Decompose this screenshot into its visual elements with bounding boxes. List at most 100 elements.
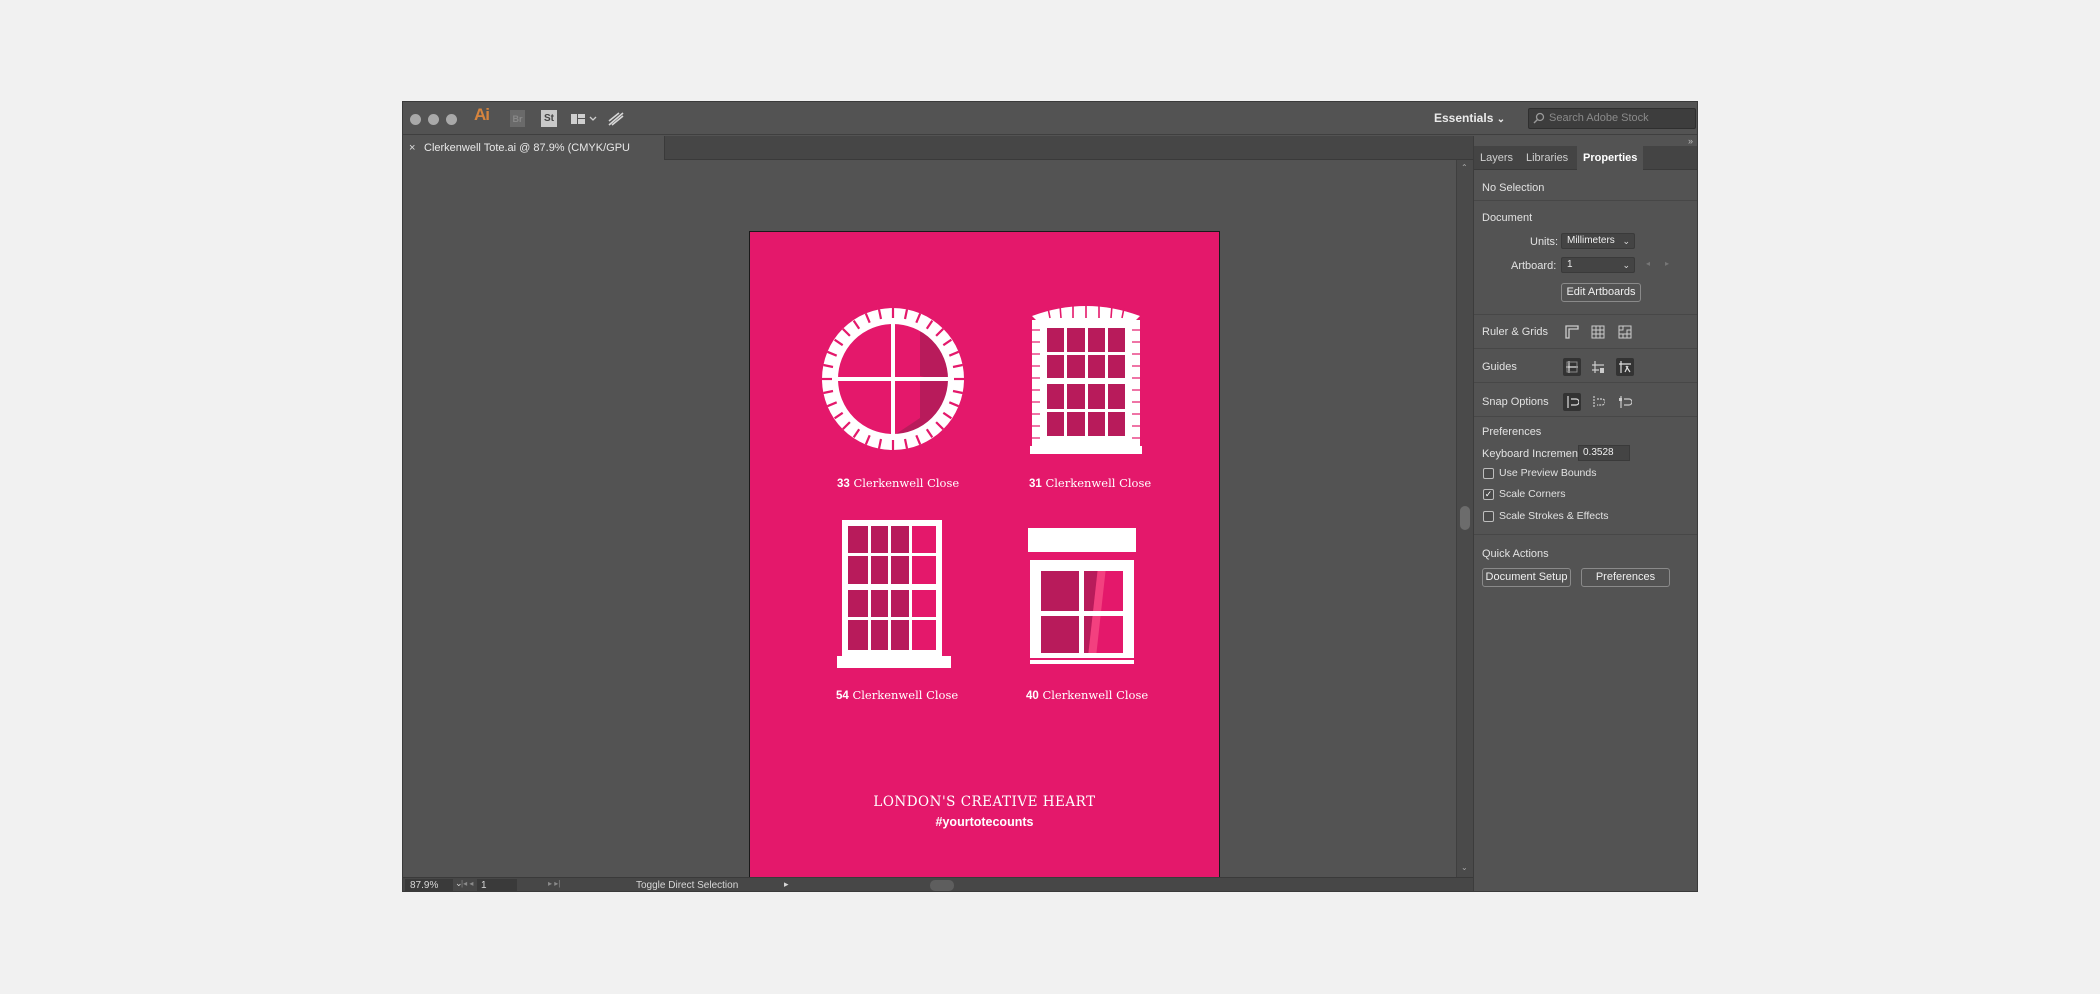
units-value: Millimeters xyxy=(1567,235,1615,246)
artboard-value: 1 xyxy=(1567,259,1573,270)
street-name: Clerkenwell Close xyxy=(852,688,959,702)
use-preview-bounds-checkbox[interactable] xyxy=(1483,468,1494,479)
house-number: 40 xyxy=(1026,690,1039,702)
divider xyxy=(1474,200,1697,201)
lock-guides-icon[interactable] xyxy=(1589,358,1607,376)
divider xyxy=(1474,314,1697,315)
close-tab-icon[interactable]: × xyxy=(409,136,415,160)
tall-sash-window-illustration xyxy=(837,520,951,668)
house-number: 31 xyxy=(1029,478,1042,490)
document-setup-button[interactable]: Document Setup xyxy=(1482,568,1571,587)
next-artboard-icon[interactable]: ▸ xyxy=(1665,259,1669,268)
street-name: Clerkenwell Close xyxy=(1045,476,1152,490)
bridge-button[interactable]: Br xyxy=(510,110,525,127)
divider xyxy=(1474,534,1697,535)
zoom-level-field[interactable]: 87.9% xyxy=(405,879,453,891)
collapse-panel-icon[interactable]: » xyxy=(1688,136,1693,146)
rulers-icon[interactable] xyxy=(1563,323,1581,341)
house-number: 54 xyxy=(836,690,849,702)
vertical-scroll-thumb[interactable] xyxy=(1460,506,1470,530)
vertical-scrollbar[interactable]: ⌃ ⌄ xyxy=(1456,160,1473,877)
caption-31: 31 Clerkenwell Close xyxy=(1029,476,1151,490)
lintel-window-illustration xyxy=(1028,528,1136,664)
chevron-down-icon: ⌄ xyxy=(1622,236,1630,246)
transparency-grid-icon[interactable] xyxy=(1616,323,1634,341)
adobe-stock-search[interactable]: Search Adobe Stock xyxy=(1528,108,1696,129)
next-artboard-icon[interactable]: ▸ ▸| xyxy=(548,879,560,888)
grid-icon[interactable] xyxy=(1589,323,1607,341)
guides-label: Guides xyxy=(1482,361,1517,373)
street-name: Clerkenwell Close xyxy=(853,476,960,490)
first-artboard-icon[interactable]: |◂ ◂ xyxy=(461,879,473,888)
round-window-illustration xyxy=(822,308,964,450)
document-tab[interactable]: × Clerkenwell Tote.ai @ 87.9% (CMYK/GPU … xyxy=(403,136,665,178)
tagline: LONDON'S CREATIVE HEART xyxy=(873,794,1096,810)
previous-artboard-icon[interactable]: ◂ xyxy=(1646,259,1650,268)
document-tab-bar: × Clerkenwell Tote.ai @ 87.9% (CMYK/GPU … xyxy=(403,136,1473,178)
illustrator-logo: Ai xyxy=(474,104,490,124)
preferences-button[interactable]: Preferences xyxy=(1581,568,1670,587)
snap-options-label: Snap Options xyxy=(1482,396,1549,408)
house-number: 33 xyxy=(837,478,850,490)
artboard-label: Artboard: xyxy=(1511,260,1557,272)
divider xyxy=(1474,348,1697,349)
workspace-switcher[interactable]: Essentials ⌄ xyxy=(1434,111,1505,125)
arched-window-illustration xyxy=(1030,302,1142,454)
status-menu-arrow-icon[interactable]: ▸ xyxy=(784,879,789,890)
smart-guides-icon[interactable] xyxy=(1616,358,1634,376)
caption-54: 54 Clerkenwell Close xyxy=(836,688,958,702)
chevron-down-icon: ⌄ xyxy=(1496,114,1506,125)
units-label: Units: xyxy=(1530,236,1559,248)
chevron-down-icon: ⌄ xyxy=(1622,260,1630,270)
scale-strokes-effects-checkbox[interactable] xyxy=(1483,511,1494,522)
document-heading: Document xyxy=(1482,212,1533,224)
units-dropdown[interactable]: Millimeters ⌄ xyxy=(1561,233,1635,249)
divider xyxy=(1474,382,1697,383)
edit-artboards-button[interactable]: Edit Artboards xyxy=(1561,283,1641,302)
snap-to-grid-icon[interactable] xyxy=(1616,393,1634,411)
tab-layers[interactable]: Layers xyxy=(1474,146,1519,170)
minimize-window-button[interactable] xyxy=(428,114,439,125)
scroll-up-icon[interactable]: ⌃ xyxy=(1461,163,1468,172)
zoom-value: 87.9% xyxy=(410,880,439,891)
caption-33: 33 Clerkenwell Close xyxy=(837,476,959,490)
search-placeholder: Search Adobe Stock xyxy=(1549,112,1649,124)
close-window-button[interactable] xyxy=(410,114,421,125)
tab-properties[interactable]: Properties xyxy=(1577,146,1644,170)
snap-to-pixel-icon[interactable] xyxy=(1589,393,1607,411)
arrange-documents-icon[interactable] xyxy=(570,110,598,127)
keyboard-increment-input[interactable]: 0.3528 mm xyxy=(1578,445,1630,461)
ruler-grids-label: Ruler & Grids xyxy=(1482,326,1549,338)
maximize-window-button[interactable] xyxy=(446,114,457,125)
artboard[interactable]: 33 Clerkenwell Close 31 Clerkenwell Clos… xyxy=(749,231,1220,891)
workspace-label: Essentials xyxy=(1434,111,1494,125)
snap-to-point-icon[interactable] xyxy=(1563,393,1581,411)
caption-40: 40 Clerkenwell Close xyxy=(1026,688,1148,702)
gpu-performance-icon[interactable] xyxy=(606,110,626,127)
artboard-number: 1 xyxy=(481,880,487,891)
preferences-heading: Preferences xyxy=(1482,426,1542,438)
show-guides-icon[interactable] xyxy=(1563,358,1581,376)
selection-status: No Selection xyxy=(1482,182,1545,194)
status-bar: 87.9% ⌄ |◂ ◂ 1 ▸ ▸| Toggle Direct Select… xyxy=(403,877,1473,891)
keyboard-increment-label: Keyboard Increment: xyxy=(1482,448,1585,460)
scale-corners-label: Scale Corners xyxy=(1499,488,1566,500)
illustrator-window: Ai Br St Essentials ⌄ Search Adobe Stock… xyxy=(402,101,1698,892)
scroll-down-icon[interactable]: ⌄ xyxy=(1461,863,1468,872)
artboard-navigation-field[interactable]: 1 xyxy=(477,879,517,891)
search-icon xyxy=(1533,112,1545,131)
street-name: Clerkenwell Close xyxy=(1042,688,1149,702)
tab-libraries[interactable]: Libraries xyxy=(1520,146,1574,170)
quick-actions-heading: Quick Actions xyxy=(1482,548,1549,560)
stock-button[interactable]: St xyxy=(541,110,557,127)
canvas-area[interactable]: 33 Clerkenwell Close 31 Clerkenwell Clos… xyxy=(403,160,1456,891)
scale-corners-checkbox[interactable]: ✓ xyxy=(1483,489,1494,500)
panel-tabs: Layers Libraries Properties xyxy=(1474,146,1697,170)
divider xyxy=(1474,416,1697,417)
keyboard-increment-value: 0.3528 mm xyxy=(1583,447,1614,458)
horizontal-scroll-thumb[interactable] xyxy=(930,880,954,891)
app-bar: Ai Br St Essentials ⌄ Search Adobe Stock xyxy=(403,102,1697,135)
artboard-dropdown[interactable]: 1 ⌄ xyxy=(1561,257,1635,273)
use-preview-bounds-label: Use Preview Bounds xyxy=(1499,467,1597,479)
tool-hint: Toggle Direct Selection xyxy=(636,880,739,891)
